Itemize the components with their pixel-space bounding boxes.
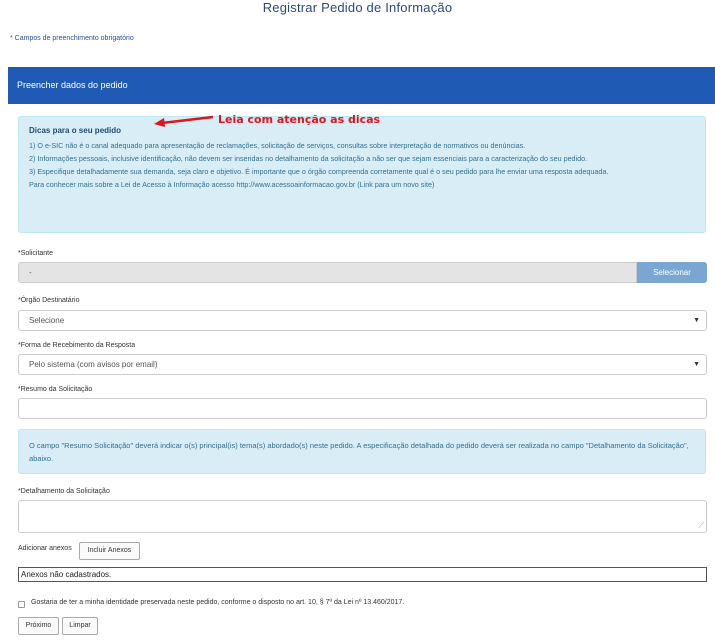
tip-item: 3) Especifique detalhadamente sua demand… [29,166,609,176]
tip-item: 1) O e-SIC não é o canal adequado para a… [29,140,526,150]
forma-value: Pelo sistema (com avisos por email) [29,360,158,369]
anexos-status: Anexos não cadastrados. [18,567,707,582]
required-fields-note: * Campos de preenchimento obrigatório [10,35,134,42]
selecionar-button[interactable]: Selecionar [637,262,707,283]
forma-label: *Forma de Recebimento da Resposta [18,342,136,349]
tip-item: Para conhecer mais sobre a Lei de Acesso… [29,179,435,189]
limpar-button[interactable]: Limpar [62,617,98,635]
solicitante-value: - [29,268,32,277]
solicitante-label: *Solicitante [18,250,54,257]
panel-heading: Preencher dados do pedido [8,67,715,104]
tips-heading: Dicas para o seu pedido [29,126,122,135]
incluir-anexos-button[interactable]: Incluir Anexos [79,542,140,560]
tips-box: Dicas para o seu pedido 1) O e-SIC não é… [18,116,706,233]
identity-checkbox[interactable] [18,601,25,608]
orgao-select[interactable]: Selecione ▼ [18,310,707,331]
resumo-label: *Resumo da Solicitação [18,386,93,393]
resize-grip-icon[interactable]: ⟋ [698,521,704,531]
page-title: Registrar Pedido de Informação [262,0,453,15]
chevron-down-icon: ▼ [693,361,700,368]
orgao-label: *Órgão Destinatário [18,297,80,304]
identity-checkbox-label: Gostaria de ter a minha identidade prese… [31,599,405,606]
resumo-info-box: O campo "Resumo Solicitação" deverá indi… [18,429,706,474]
proximo-button[interactable]: Próximo [18,617,59,635]
tip-item: 2) Informações pessoais, inclusive ident… [29,153,588,163]
annotation-text: Leia com atenção as dicas [218,113,381,126]
anexos-label: Adicionar anexos [18,545,72,552]
resumo-input[interactable] [18,398,707,419]
forma-recebimento-select[interactable]: Pelo sistema (com avisos por email) ▼ [18,354,707,375]
red-arrow-icon [152,112,214,128]
orgao-value: Selecione [29,316,65,325]
detalhamento-label: *Detalhamento da Solicitação [18,488,110,495]
detalhamento-textarea[interactable]: ⟋ [18,500,707,533]
solicitante-field: - [18,262,637,283]
chevron-down-icon: ▼ [693,317,700,324]
